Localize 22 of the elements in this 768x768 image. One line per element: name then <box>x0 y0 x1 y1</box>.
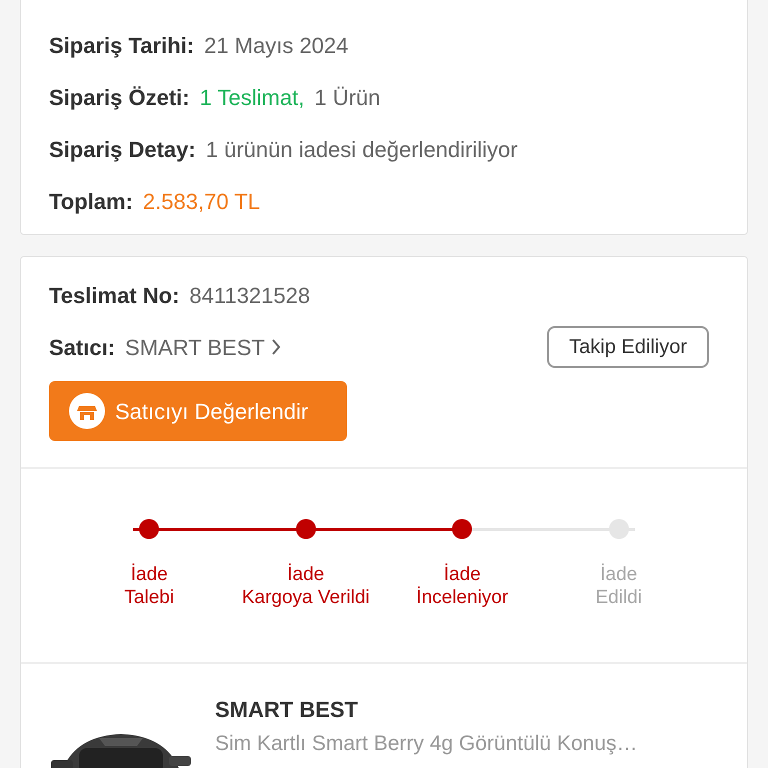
seller-link[interactable]: SMART BEST <box>125 330 281 364</box>
field-label: Sipariş Tarihi: <box>49 32 194 60</box>
field-label: Teslimat No: <box>49 282 180 310</box>
chevron-right-icon <box>270 338 281 356</box>
field-value: 1 ürünün iadesi değerlendiriliyor <box>206 136 518 164</box>
step-label: İade Talebi <box>124 563 174 609</box>
product-seller: SMART BEST <box>215 696 359 724</box>
step-label: İade Edildi <box>596 563 642 609</box>
field-label: Toplam: <box>49 188 133 216</box>
store-icon <box>69 393 105 429</box>
step-label: İade İnceleniyor <box>416 563 508 609</box>
field-label: Satıcı: <box>49 334 116 362</box>
product-name: Sim Kartlı Smart Berry 4g Görüntülü Konuş… <box>215 731 638 757</box>
step-label: İade Kargoya Verildi <box>242 563 370 609</box>
field-value: 8411321528 <box>189 282 310 310</box>
field-value: 2.583,70 TL <box>142 188 260 216</box>
field-label: Sipariş Özeti: <box>49 84 190 112</box>
field-label: Sipariş Detay: <box>49 136 196 164</box>
field-value: 1 Ürün <box>314 84 380 112</box>
field-value: 21 Mayıs 2024 <box>204 32 348 60</box>
field-value: 1 Teslimat, <box>200 84 304 112</box>
follow-button[interactable]: Takip Ediliyor <box>547 326 709 368</box>
